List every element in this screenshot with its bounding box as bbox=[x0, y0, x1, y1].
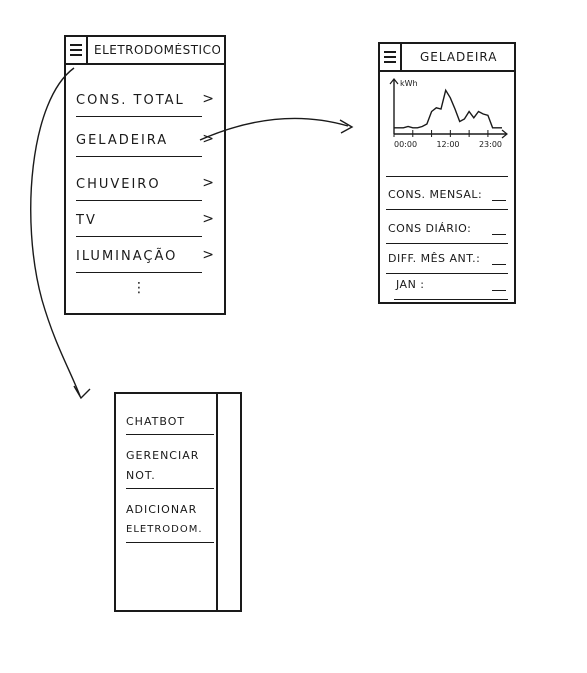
drawer-item-label: CHATBOT bbox=[126, 415, 186, 428]
menu-item-label: CONS. TOTAL bbox=[76, 93, 185, 108]
detail-title: GELADEIRA bbox=[420, 50, 498, 64]
menu-item-label: TV bbox=[76, 213, 97, 228]
field-cons-diario: CONS DIÁRIO: bbox=[386, 218, 508, 244]
hamburger-menu-icon[interactable] bbox=[66, 37, 88, 63]
side-drawer-screen: CHATBOT GERENCIAR NOT. ADICIONAR ELETROD… bbox=[114, 392, 242, 612]
chevron-right-icon: > bbox=[202, 211, 216, 227]
drawer-item-adicionar-eletrodom[interactable]: ADICIONAR ELETRODOM. bbox=[126, 500, 214, 543]
appliance-menu-screen: ELETRODOMÉSTICOS CONS. TOTAL > GELADEIRA… bbox=[64, 35, 226, 315]
more-items-icon: ⋮ bbox=[132, 280, 146, 296]
x-tick-label: 00:00 bbox=[394, 140, 417, 149]
menu-item-iluminacao[interactable]: ILUMINAÇÃO > bbox=[76, 245, 216, 273]
field-cons-mensal: CONS. MENSAL: bbox=[386, 184, 508, 210]
series-line bbox=[394, 88, 502, 129]
field-label: JAN : bbox=[396, 278, 425, 291]
drawer-item-label-2: NOT. bbox=[126, 469, 156, 482]
menu-item-tv[interactable]: TV > bbox=[76, 209, 216, 237]
chevron-right-icon: > bbox=[202, 247, 216, 263]
y-axis-label: kWh bbox=[400, 79, 418, 88]
detail-header: GELADEIRA bbox=[380, 44, 514, 72]
drawer-item-label-2: ELETRODOM. bbox=[126, 524, 203, 535]
field-diff-mes-ant: DIFF. MÊS ANT.: bbox=[386, 248, 508, 274]
menu-title: ELETRODOMÉSTICOS bbox=[94, 43, 220, 57]
menu-item-label: ILUMINAÇÃO bbox=[76, 249, 178, 264]
menu-item-cons-total[interactable]: CONS. TOTAL > bbox=[76, 89, 216, 117]
consumption-chart: kWh 00:00 12:00 23:00 bbox=[386, 76, 510, 158]
menu-item-geladeira[interactable]: GELADEIRA > bbox=[76, 129, 216, 157]
appliance-detail-screen: GELADEIRA kWh 00:00 12:00 23:00 CONS. MENSA… bbox=[378, 42, 516, 304]
drawer-item-label: GERENCIAR bbox=[126, 449, 200, 462]
consumption-chart-svg: kWh 00:00 12:00 23:00 bbox=[389, 78, 508, 149]
chevron-right-icon: > bbox=[202, 91, 216, 107]
field-label: DIFF. MÊS ANT.: bbox=[388, 252, 481, 265]
menu-item-label: GELADEIRA bbox=[76, 133, 169, 148]
chevron-right-icon: > bbox=[202, 131, 216, 147]
drawer-item-chatbot[interactable]: CHATBOT bbox=[126, 412, 214, 435]
drawer-edge bbox=[216, 394, 218, 610]
field-label: CONS DIÁRIO: bbox=[388, 222, 472, 235]
arrow-head-detail bbox=[339, 119, 354, 134]
arrow-head-drawer bbox=[73, 385, 91, 400]
menu-item-label: CHUVEIRO bbox=[76, 177, 161, 192]
field-jan: JAN : bbox=[394, 274, 508, 300]
x-tick-label: 23:00 bbox=[479, 140, 502, 149]
field-label: CONS. MENSAL: bbox=[388, 188, 483, 201]
chart-divider bbox=[386, 176, 508, 177]
hamburger-menu-icon[interactable] bbox=[380, 44, 402, 70]
menu-item-chuveiro[interactable]: CHUVEIRO > bbox=[76, 173, 216, 201]
chevron-right-icon: > bbox=[202, 175, 216, 191]
drawer-item-label: ADICIONAR bbox=[126, 503, 198, 516]
drawer-item-gerenciar-not[interactable]: GERENCIAR NOT. bbox=[126, 446, 214, 489]
menu-header: ELETRODOMÉSTICOS bbox=[66, 37, 224, 65]
x-tick-label: 12:00 bbox=[436, 140, 459, 149]
